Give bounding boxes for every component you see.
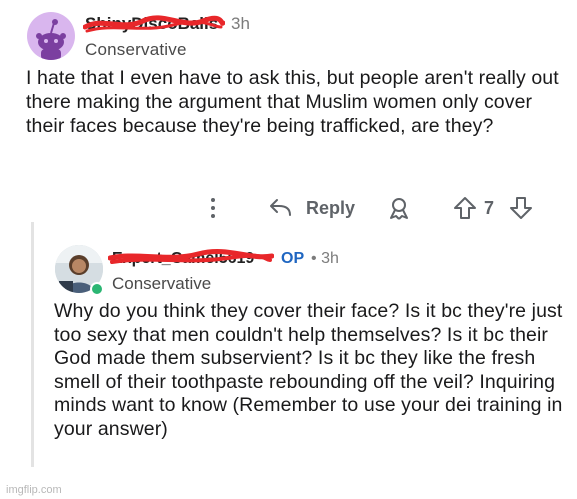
upvote-button[interactable] [452, 195, 478, 221]
online-status-indicator [90, 282, 104, 296]
redaction-scribble [83, 15, 225, 33]
reply-arrow-icon [270, 199, 291, 216]
reply-body: Why do you think they cover their face? … [54, 300, 563, 440]
more-options-button[interactable] [206, 195, 220, 221]
reply-button-label[interactable]: Reply [306, 198, 355, 219]
avatar[interactable] [27, 12, 75, 60]
vote-count: 7 [484, 198, 495, 218]
downvote-arrow-icon [510, 197, 532, 219]
separator-dot: • [311, 250, 317, 267]
user-flair: Conservative [85, 40, 187, 59]
downvote-button[interactable] [508, 195, 534, 221]
user-flair: Conservative [112, 274, 212, 293]
redaction-scribble [108, 248, 274, 264]
award-icon [390, 198, 408, 220]
reply-time: 3h [321, 250, 339, 267]
award-button[interactable] [386, 195, 412, 221]
thread-line[interactable] [31, 222, 34, 467]
snoo-avatar-icon [36, 19, 66, 60]
comment-timestamp: 3h [231, 14, 250, 33]
op-badge: OP [281, 250, 305, 267]
comment-body: I hate that I even have to ask this, but… [26, 67, 559, 137]
upvote-arrow-icon [454, 197, 476, 219]
reply-timestamp: • 3h [311, 250, 339, 268]
watermark: imgflip.com [6, 484, 62, 496]
reply-button[interactable] [268, 195, 294, 221]
more-vertical-icon [211, 198, 215, 218]
